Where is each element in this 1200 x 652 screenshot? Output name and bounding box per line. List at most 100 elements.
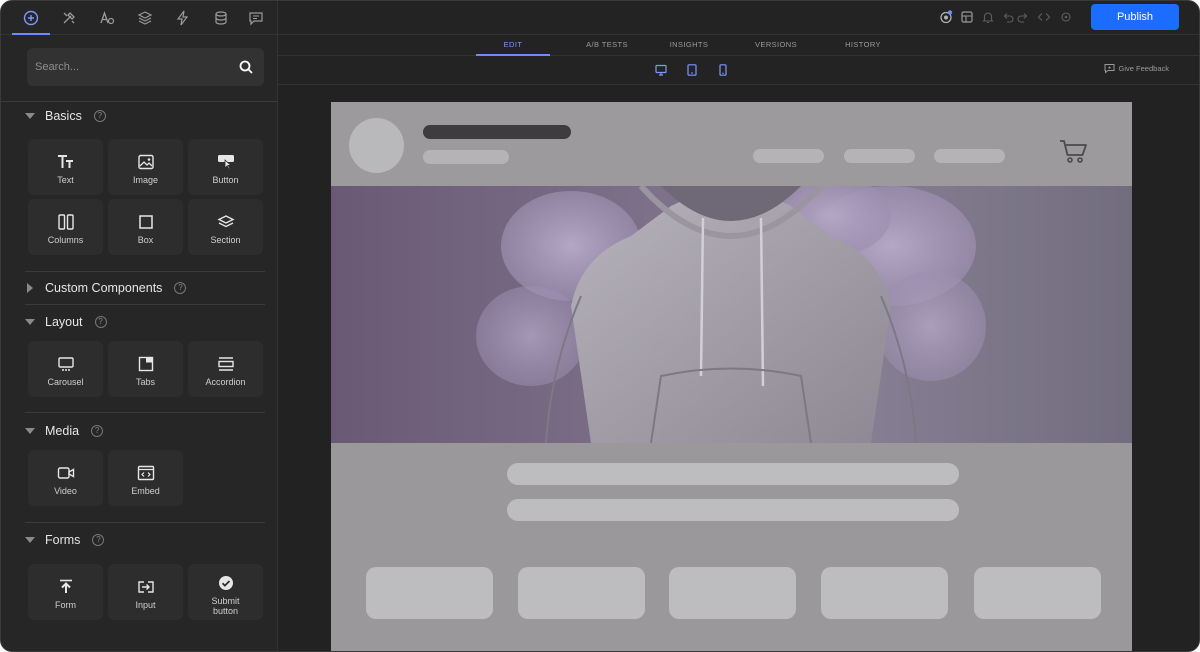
card-placeholder[interactable] [974, 567, 1101, 619]
comments-tab[interactable] [237, 1, 275, 35]
caret-down-icon [25, 319, 35, 325]
search-input[interactable] [35, 61, 238, 73]
form-icon [59, 579, 72, 593]
top-toolbar: Publish [278, 1, 1199, 35]
tab-versions[interactable]: VERSIONS [739, 35, 813, 55]
help-icon[interactable]: ? [174, 282, 187, 294]
give-feedback-link[interactable]: Give Feedback [1104, 63, 1169, 74]
divider [25, 271, 265, 272]
feedback-icon [1104, 64, 1115, 74]
component-accordion[interactable]: Accordion [188, 341, 263, 397]
section-basics-header[interactable]: Basics ? [25, 107, 106, 125]
add-circle-icon [23, 10, 39, 26]
component-columns[interactable]: Columns [28, 199, 103, 255]
cart-icon[interactable] [1059, 138, 1089, 164]
tab-insights[interactable]: INSIGHTS [652, 35, 726, 55]
card-placeholder[interactable] [821, 567, 948, 619]
mobile-icon[interactable] [717, 64, 729, 76]
device-bar: Give Feedback [278, 56, 1199, 85]
component-submit-button[interactable]: Submit button [188, 564, 263, 620]
text-icon [57, 155, 73, 168]
component-embed[interactable]: Embed [108, 450, 183, 506]
section-forms-header[interactable]: Forms ? [25, 531, 105, 549]
layers-icon [137, 11, 153, 25]
preview-icon[interactable] [1059, 10, 1073, 24]
caret-down-icon [25, 428, 35, 434]
component-carousel[interactable]: Carousel [28, 341, 103, 397]
section-layout-header[interactable]: Layout ? [25, 313, 107, 331]
text-placeholder [507, 463, 959, 485]
carousel-icon [57, 357, 74, 371]
component-button[interactable]: Button [188, 139, 263, 195]
layers-tab[interactable] [126, 1, 164, 35]
hero-image[interactable] [331, 186, 1132, 443]
component-tabs[interactable]: Tabs [108, 341, 183, 397]
component-label: Video [54, 486, 77, 496]
bell-icon[interactable] [981, 10, 995, 24]
component-label: Button [212, 175, 239, 185]
component-box[interactable]: Box [108, 199, 183, 255]
add-components-tab[interactable] [12, 1, 50, 35]
divider [25, 304, 265, 305]
component-label: Input [135, 600, 156, 610]
help-icon[interactable]: ? [93, 110, 106, 122]
card-placeholder[interactable] [366, 567, 493, 619]
feedback-label: Give Feedback [1118, 64, 1169, 73]
component-input[interactable]: Input [108, 564, 183, 620]
component-image[interactable]: Image [108, 139, 183, 195]
page-header[interactable] [331, 102, 1132, 186]
component-form[interactable]: Form [28, 564, 103, 620]
card-placeholder[interactable] [518, 567, 645, 619]
component-label: Submit button [211, 596, 240, 616]
component-video[interactable]: Video [28, 450, 103, 506]
help-icon[interactable]: ? [94, 316, 107, 328]
editor-window: Basics ? Text Image Button Columns Box S… [0, 0, 1200, 652]
tablet-icon[interactable] [686, 64, 698, 76]
publish-button[interactable]: Publish [1091, 4, 1179, 30]
section-title: Basics [45, 109, 82, 123]
search-icon[interactable] [238, 59, 254, 75]
help-icon[interactable]: ? [92, 534, 105, 546]
typography-tab[interactable] [88, 1, 126, 35]
component-section[interactable]: Section [188, 199, 263, 255]
badge-icon[interactable] [939, 10, 953, 24]
video-icon [57, 467, 74, 479]
component-label: Box [137, 235, 154, 245]
redo-icon[interactable] [1015, 10, 1029, 24]
desktop-icon[interactable] [655, 64, 667, 76]
section-title: Media [45, 424, 80, 438]
hoodie-illustration [476, 186, 986, 443]
tab-edit[interactable]: EDIT [476, 35, 550, 56]
nav-item-placeholder[interactable] [934, 149, 1005, 163]
section-icon [216, 215, 235, 228]
columns-icon [57, 214, 74, 230]
embed-icon [137, 465, 154, 481]
tabs-icon [138, 356, 153, 372]
interactions-tab[interactable] [164, 1, 202, 35]
nav-item-placeholder[interactable] [844, 149, 915, 163]
help-icon[interactable]: ? [91, 425, 104, 437]
accordion-icon [217, 357, 234, 371]
page-preview[interactable] [331, 102, 1132, 651]
page-settings-icon[interactable] [960, 10, 974, 24]
component-label: Image [132, 175, 158, 185]
data-tab[interactable] [202, 1, 240, 35]
component-search [27, 48, 264, 86]
component-text[interactable]: Text [28, 139, 103, 195]
tab-ab-tests[interactable]: A/B TESTS [570, 35, 644, 55]
text-placeholder [507, 499, 959, 521]
nav-item-placeholder[interactable] [753, 149, 824, 163]
tools-tab[interactable] [50, 1, 88, 35]
component-label: Section [210, 235, 241, 245]
box-icon [138, 215, 153, 229]
component-label: Embed [131, 486, 160, 496]
section-media-header[interactable]: Media ? [25, 422, 104, 440]
undo-icon[interactable] [1002, 10, 1016, 24]
tab-history[interactable]: HISTORY [826, 35, 900, 55]
card-placeholder[interactable] [669, 567, 796, 619]
code-icon[interactable] [1037, 10, 1051, 24]
caret-down-icon [25, 537, 35, 543]
subtitle-placeholder [423, 150, 509, 164]
section-custom-header[interactable]: Custom Components ? [25, 279, 187, 297]
tools-icon [63, 12, 75, 24]
